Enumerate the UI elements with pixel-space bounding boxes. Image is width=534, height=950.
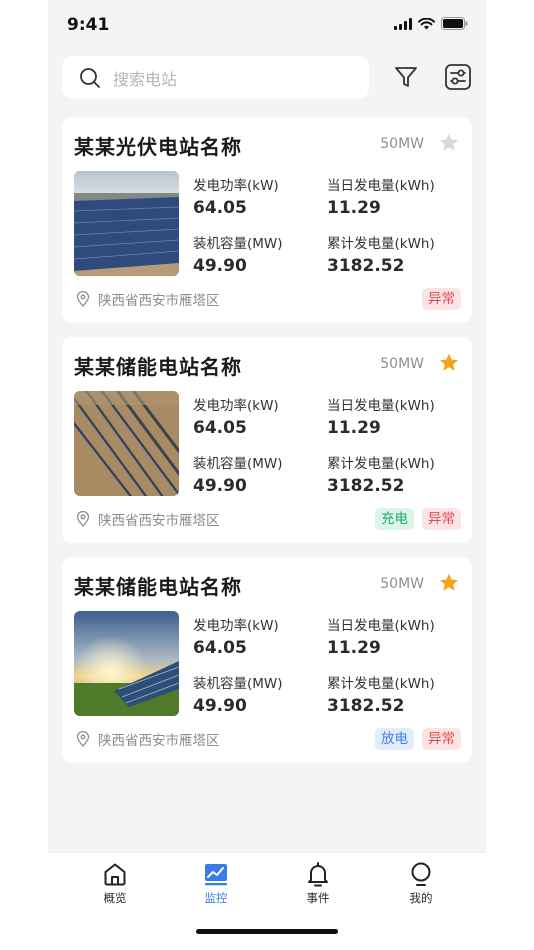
station-location: 陕西省西安市雁塔区 <box>76 729 220 749</box>
search-icon <box>80 67 100 88</box>
station-location: 陕西省西安市雁塔区 <box>76 289 220 309</box>
status-time: 9:41 <box>67 15 110 35</box>
metric-value: 3182.52 <box>327 696 405 716</box>
status-badge-abnormal: 异常 <box>422 728 461 750</box>
metric-label: 当日发电量(kWh) <box>327 398 435 414</box>
wifi-icon <box>418 17 435 29</box>
station-card[interactable]: 某某光伏电站名称 50MW 发电功率(kW) 64.05 当日发电量(kWh) … <box>62 117 472 323</box>
tab-profile[interactable]: 我的 <box>391 861 451 906</box>
metric-value: 11.29 <box>327 418 381 438</box>
metric-daily-energy: 当日发电量(kWh) 11.29 <box>327 394 435 438</box>
metric-value: 64.05 <box>193 418 247 438</box>
cellular-signal-icon <box>394 17 412 30</box>
metric-installed-capacity: 装机容量(MW) 49.90 <box>193 232 283 276</box>
station-card[interactable]: 某某储能电站名称 50MW 发电功率(kW) 64.05 当日发电量(kWh) … <box>62 557 472 763</box>
bell-icon <box>308 862 328 887</box>
metric-installed-capacity: 装机容量(MW) 49.90 <box>193 672 283 716</box>
status-badge-discharging: 放电 <box>375 728 414 750</box>
station-name: 某某储能电站名称 <box>74 355 242 379</box>
tab-events[interactable]: 事件 <box>288 861 348 906</box>
chart-icon <box>205 864 227 886</box>
tab-label: 监控 <box>204 891 228 905</box>
metric-label: 发电功率(kW) <box>193 178 279 194</box>
station-photo-desert-array <box>74 391 179 496</box>
metric-total-energy: 累计发电量(kWh) 3182.52 <box>327 232 435 276</box>
metric-value: 64.05 <box>193 638 247 658</box>
station-card[interactable]: 某某储能电站名称 50MW 发电功率(kW) 64.05 当日发电量(kWh) … <box>62 337 472 543</box>
star-icon[interactable] <box>438 132 460 154</box>
metric-value: 3182.52 <box>327 476 405 496</box>
adjust-settings-icon[interactable] <box>444 63 472 91</box>
battery-icon <box>441 17 468 30</box>
tab-overview[interactable]: 概览 <box>85 861 145 906</box>
tab-monitor[interactable]: 监控 <box>186 861 246 906</box>
metric-label: 累计发电量(kWh) <box>327 456 435 472</box>
metric-power: 发电功率(kW) 64.05 <box>193 394 279 438</box>
metric-label: 装机容量(MW) <box>193 236 283 252</box>
metric-daily-energy: 当日发电量(kWh) 11.29 <box>327 174 435 218</box>
metric-total-energy: 累计发电量(kWh) 3182.52 <box>327 672 435 716</box>
metric-value: 11.29 <box>327 198 381 218</box>
location-text: 陕西省西安市雁塔区 <box>98 513 220 529</box>
location-text: 陕西省西安市雁塔区 <box>98 293 220 309</box>
station-name: 某某光伏电站名称 <box>74 135 242 159</box>
metric-value: 11.29 <box>327 638 381 658</box>
station-location: 陕西省西安市雁塔区 <box>76 509 220 529</box>
bottom-tab-bar: 概览 监控 事件 我的 <box>48 852 486 950</box>
metric-value: 3182.52 <box>327 256 405 276</box>
station-name: 某某储能电站名称 <box>74 575 242 599</box>
location-pin-icon <box>76 511 90 527</box>
metric-power: 发电功率(kW) 64.05 <box>193 614 279 658</box>
status-bar: 9:41 <box>48 0 486 50</box>
star-icon[interactable] <box>438 352 460 374</box>
metric-label: 累计发电量(kWh) <box>327 236 435 252</box>
tab-label: 概览 <box>103 891 127 905</box>
filter-icon[interactable] <box>393 64 419 90</box>
metric-label: 装机容量(MW) <box>193 676 283 692</box>
metric-total-energy: 累计发电量(kWh) 3182.52 <box>327 452 435 496</box>
status-badge-charging: 充电 <box>375 508 414 530</box>
home-icon <box>104 863 126 886</box>
location-pin-icon <box>76 291 90 307</box>
metric-value: 49.90 <box>193 256 247 276</box>
metric-daily-energy: 当日发电量(kWh) 11.29 <box>327 614 435 658</box>
metric-value: 64.05 <box>193 198 247 218</box>
status-tags: 充电 异常 <box>375 508 461 530</box>
metric-label: 发电功率(kW) <box>193 398 279 414</box>
search-placeholder: 搜索电站 <box>113 69 178 89</box>
metric-power: 发电功率(kW) 64.05 <box>193 174 279 218</box>
station-photo-solar-field <box>74 171 179 276</box>
home-indicator[interactable] <box>196 929 338 934</box>
profile-icon <box>411 862 431 886</box>
metric-label: 装机容量(MW) <box>193 456 283 472</box>
tab-label: 我的 <box>409 891 433 905</box>
status-badge-abnormal: 异常 <box>422 288 461 310</box>
metric-installed-capacity: 装机容量(MW) 49.90 <box>193 452 283 496</box>
star-icon[interactable] <box>438 572 460 594</box>
status-tags: 异常 <box>422 288 461 310</box>
station-capacity: 50MW <box>380 356 424 372</box>
status-tags: 放电 异常 <box>375 728 461 750</box>
station-capacity: 50MW <box>380 576 424 592</box>
station-photo-sunset-panels <box>74 611 179 716</box>
location-pin-icon <box>76 731 90 747</box>
status-badge-abnormal: 异常 <box>422 508 461 530</box>
search-input[interactable]: 搜索电站 <box>62 56 369 99</box>
metric-value: 49.90 <box>193 696 247 716</box>
tab-label: 事件 <box>306 891 330 905</box>
location-text: 陕西省西安市雁塔区 <box>98 733 220 749</box>
metric-label: 发电功率(kW) <box>193 618 279 634</box>
status-icons <box>394 17 468 30</box>
station-capacity: 50MW <box>380 136 424 152</box>
metric-label: 累计发电量(kWh) <box>327 676 435 692</box>
phone-screen: 9:41 搜索电站 某某光伏电站名称 50MW 发电功率(kW) 64.05 当… <box>48 0 486 950</box>
metric-label: 当日发电量(kWh) <box>327 178 435 194</box>
metric-label: 当日发电量(kWh) <box>327 618 435 634</box>
metric-value: 49.90 <box>193 476 247 496</box>
